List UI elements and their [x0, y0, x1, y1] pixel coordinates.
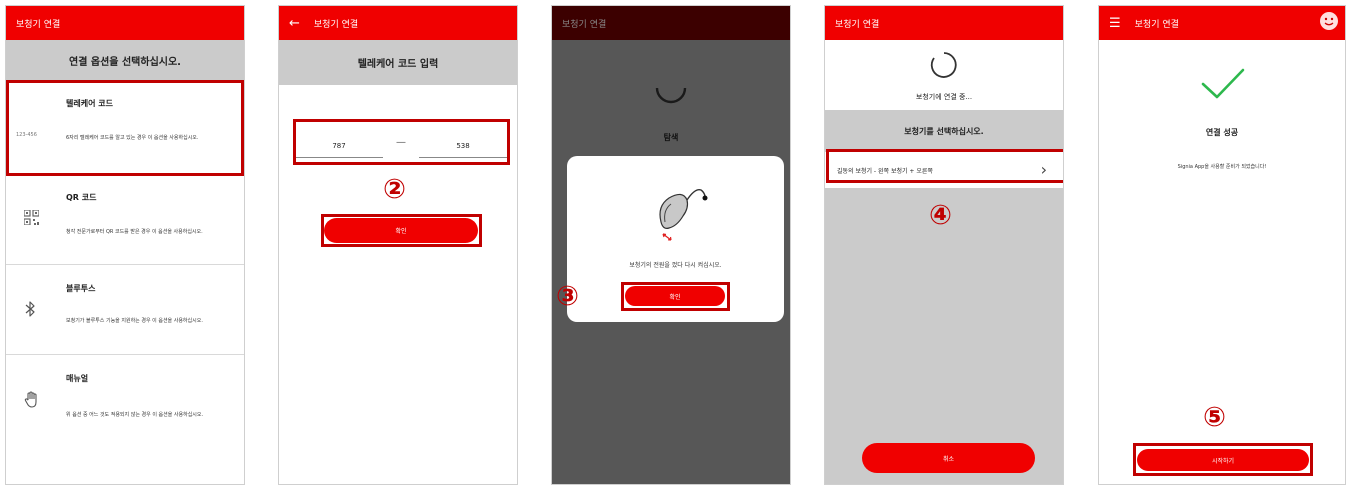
qr-code-icon [23, 209, 40, 229]
power-cycle-dialog: 보청기의 전원을 껐다 다시 켜십시오. 확인 [567, 156, 784, 322]
option-desc: 보청기가 블루투스 기능을 지원하는 경우 이 옵션을 사용하십시오. [66, 318, 203, 324]
search-label: 탐색 [663, 133, 679, 142]
connecting-panel: 보청기에 연결 중... [825, 40, 1063, 110]
highlight-dialog-button [621, 282, 730, 311]
success-heading: 연결 성공 [1205, 128, 1239, 137]
checkmark-icon [1201, 68, 1245, 104]
highlight-start-button [1133, 443, 1313, 476]
screen-search-dialog: 보청기 연결 탐색 보청기의 전원을 껐다 다시 켜십시오. 확인 ③ [551, 5, 791, 485]
bluetooth-icon [24, 301, 36, 321]
option-manual[interactable]: 매뉴얼 위 옵션 중 어느 것도 적용되지 않는 경우 이 옵션을 사용하십시오… [6, 355, 244, 447]
connecting-text: 보청기에 연결 중... [915, 93, 973, 101]
screen-connection-options: 보청기 연결 연결 옵션을 선택하십시오. 123-456 텔레케어 코드 6자… [5, 5, 245, 485]
dialog-message: 보청기의 전원을 껐다 다시 켜십시오. [629, 262, 722, 269]
screen-telecare-code: ← 보청기 연결 텔레케어 코드 입력 787 — 538 ② 확인 [278, 5, 518, 485]
highlight-confirm-button [321, 214, 482, 247]
app-bar: 보청기 연결 [6, 6, 244, 40]
option-title: 매뉴얼 [66, 374, 89, 383]
option-desc: 위 옵션 중 어느 것도 적용되지 않는 경우 이 옵션을 사용하십시오. [66, 412, 204, 418]
code-heading: 텔레케어 코드 입력 [279, 40, 517, 85]
option-desc: 청각 전문가로부터 QR 코드를 받은 경우 이 옵션을 사용하십시오. [66, 229, 203, 235]
app-title: 보청기 연결 [313, 19, 359, 30]
option-qr-code[interactable]: QR 코드 청각 전문가로부터 QR 코드를 받은 경우 이 옵션을 사용하십시… [6, 174, 244, 265]
menu-icon[interactable]: ☰ [1109, 17, 1121, 30]
highlight-device-item [826, 149, 1063, 183]
option-title: QR 코드 [66, 193, 97, 202]
options-heading: 연결 옵션을 선택하십시오. [6, 40, 244, 80]
highlight-code-fields [293, 119, 510, 165]
option-title: 블루투스 [66, 284, 96, 293]
app-title: 보청기 연결 [1134, 19, 1179, 30]
app-title: 보청기 연결 [562, 19, 607, 30]
app-bar: 보청기 연결 [825, 6, 1063, 40]
step-number-2: ② [383, 174, 406, 205]
hand-icon [24, 391, 40, 413]
screen-success: ☰ 보청기 연결 연결 성공 Signia App을 사용할 준비가 되었습니다… [1098, 5, 1346, 485]
option-bluetooth[interactable]: 블루투스 보청기가 블루투스 기능을 지원하는 경우 이 옵션을 사용하십시오. [6, 265, 244, 355]
avatar-icon[interactable] [1319, 11, 1339, 35]
highlight-telecare-option [6, 80, 244, 176]
app-title: 보청기 연결 [835, 19, 880, 30]
step-number-5: ⑤ [1203, 402, 1226, 433]
step-number-3: ③ [556, 281, 579, 312]
hearing-aid-icon [649, 176, 711, 250]
select-heading: 보청기를 선택하십시오. [904, 126, 984, 136]
cancel-button[interactable]: 취소 [862, 443, 1035, 473]
step-number-4: ④ [929, 200, 952, 231]
loading-spinner-icon [653, 70, 689, 110]
app-title: 보청기 연결 [16, 19, 61, 30]
app-bar: ☰ 보청기 연결 [1099, 6, 1345, 40]
app-bar: ← 보청기 연결 [279, 6, 517, 40]
screen-select-device: 보청기 연결 보청기에 연결 중... 보청기를 선택하십시오. 길동의 보청기… [824, 5, 1064, 485]
success-message: Signia App을 사용할 준비가 되었습니다! [1177, 164, 1267, 170]
back-arrow-icon[interactable]: ← [289, 17, 300, 30]
loading-spinner-icon [929, 50, 959, 84]
app-bar: 보청기 연결 [552, 6, 790, 40]
